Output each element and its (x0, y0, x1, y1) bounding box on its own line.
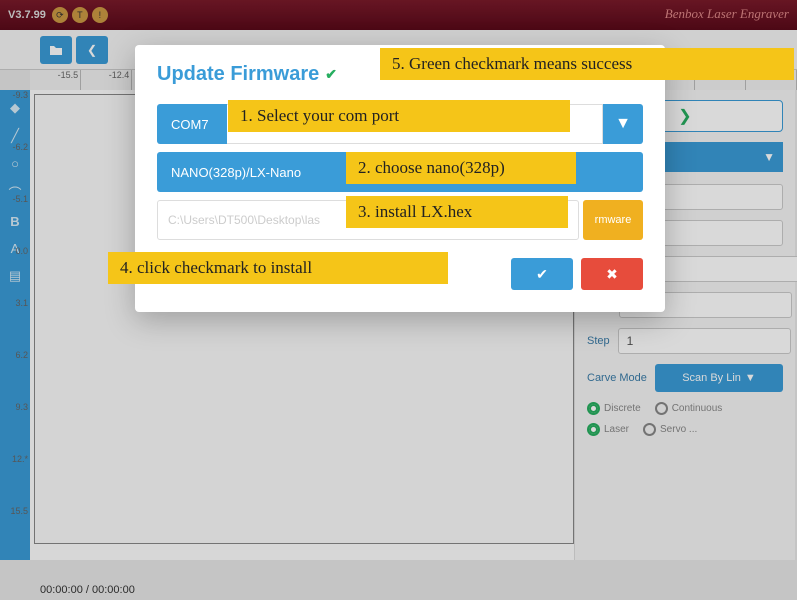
browse-firmware-button[interactable]: rmware (583, 200, 643, 240)
confirm-button[interactable]: ✔ (511, 258, 573, 290)
annotation-5: 5. Green checkmark means success (380, 48, 794, 80)
annotation-3: 3. install LX.hex (346, 196, 568, 228)
annotation-2: 2. choose nano(328p) (346, 152, 576, 184)
annotation-4: 4. click checkmark to install (108, 252, 448, 284)
success-check-icon: ✔ (325, 66, 337, 83)
cancel-button[interactable]: ✖ (581, 258, 643, 290)
chevron-down-icon: ▼ (603, 104, 643, 144)
annotation-1: 1. Select your com port (228, 100, 570, 132)
